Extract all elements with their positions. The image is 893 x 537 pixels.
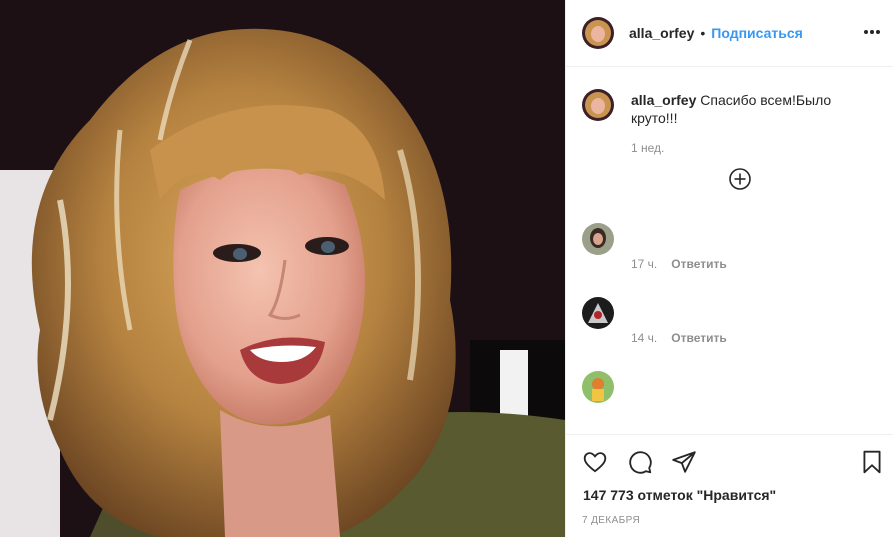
post-photo-image <box>0 0 565 537</box>
comment-time: 17 ч. <box>631 257 658 271</box>
post-header: alla_orfey • Подписаться <box>566 0 893 67</box>
author-avatar[interactable] <box>582 17 614 49</box>
comment-icon[interactable] <box>627 449 653 475</box>
commenter-avatar[interactable] <box>582 371 614 403</box>
heart-icon[interactable] <box>582 449 608 475</box>
caption-avatar[interactable] <box>582 89 614 121</box>
comments-list[interactable]: alla_orfey Спасибо всем!Было круто!!! 1 … <box>566 67 893 434</box>
comment-time: 14 ч. <box>631 331 658 345</box>
likes-count[interactable]: 147 773 отметок "Нравится" <box>583 487 776 503</box>
commenter-avatar[interactable] <box>582 297 614 329</box>
caption-username[interactable]: alla_orfey <box>631 92 696 108</box>
reply-button[interactable]: Ответить <box>671 331 726 345</box>
post-side-panel: alla_orfey • Подписаться alla_orfey Спас… <box>565 0 893 537</box>
bookmark-icon[interactable] <box>859 449 885 475</box>
caption-time: 1 нед. <box>631 141 665 155</box>
commenter-avatar[interactable] <box>582 223 614 255</box>
post-actions-bar: 147 773 отметок "Нравится" 7 ДЕКАБРЯ <box>566 434 893 537</box>
comment-meta: 17 ч. Ответить <box>631 257 727 271</box>
header-separator: • <box>700 25 706 41</box>
caption-body: alla_orfey Спасибо всем!Было круто!!! <box>631 91 871 127</box>
reply-button[interactable]: Ответить <box>671 257 726 271</box>
plus-circle-icon[interactable] <box>728 167 752 191</box>
post-photo[interactable] <box>0 0 565 537</box>
more-horizontal-icon[interactable] <box>862 22 882 42</box>
comment-meta: 14 ч. Ответить <box>631 331 727 345</box>
post-date[interactable]: 7 ДЕКАБРЯ <box>582 515 640 526</box>
follow-button[interactable]: Подписаться <box>711 25 803 41</box>
author-username[interactable]: alla_orfey <box>629 25 694 41</box>
paper-plane-icon[interactable] <box>671 449 697 475</box>
